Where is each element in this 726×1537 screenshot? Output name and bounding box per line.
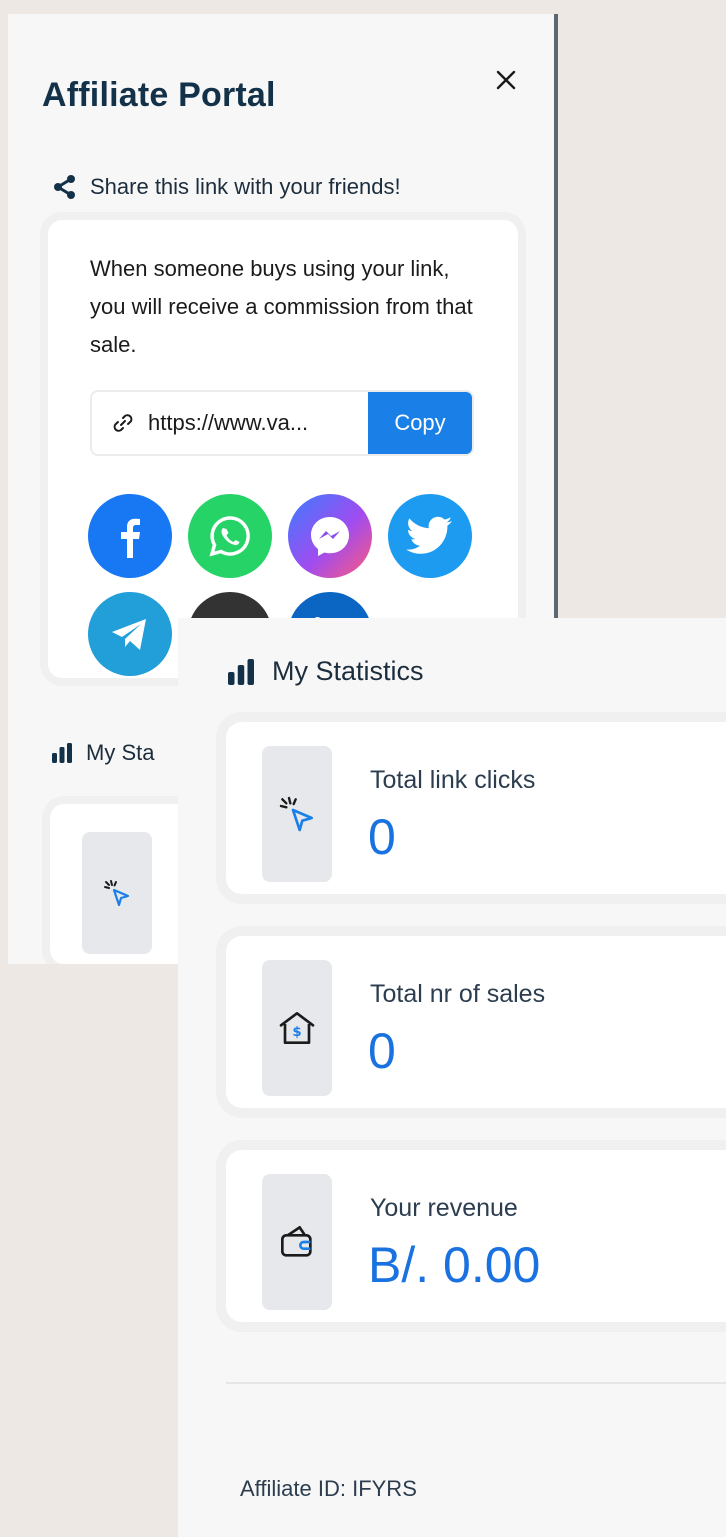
telegram-icon [112, 619, 146, 650]
share-card: When someone buys using your link, you w… [48, 220, 518, 678]
affiliate-link-value: https://www.va... [148, 410, 309, 435]
copy-button[interactable]: Copy [368, 392, 472, 454]
affiliate-link-box: https://www.va... Copy [90, 390, 474, 456]
share-icon [52, 174, 78, 200]
bar-chart-icon [50, 741, 74, 765]
facebook-icon [121, 518, 140, 558]
stat-label: Your revenue [370, 1194, 518, 1222]
house-dollar-icon: $ [279, 1012, 315, 1044]
stat-label: Total link clicks [370, 766, 536, 794]
stat-card-total-sales: $ Total nr of sales 0 [226, 936, 726, 1108]
affiliate-link-field[interactable]: https://www.va... [92, 392, 368, 454]
stat-label: Total nr of sales [370, 980, 546, 1008]
stat-value: 0 [368, 1023, 396, 1079]
bar-chart-icon [226, 657, 256, 687]
telegram-share-button[interactable] [88, 592, 172, 676]
stats-heading-text: My Statistics [272, 656, 424, 686]
stat-value: B/. 0.00 [368, 1237, 541, 1293]
statistics-panel: My Statistics Total link clicks 0 $ Tota… [178, 618, 726, 1537]
share-description: When someone buys using your link, you w… [90, 256, 473, 357]
whatsapp-icon [209, 516, 250, 557]
messenger-icon [311, 517, 349, 556]
whatsapp-share-button[interactable] [188, 494, 272, 578]
facebook-share-button[interactable] [88, 494, 172, 578]
close-button[interactable] [486, 60, 526, 100]
stat-value: 0 [368, 809, 396, 865]
cursor-click-icon [279, 796, 313, 832]
wallet-icon [281, 1226, 312, 1257]
twitter-icon [406, 516, 452, 554]
twitter-share-button[interactable] [388, 494, 472, 578]
messenger-share-button[interactable] [288, 494, 372, 578]
cursor-click-icon [104, 880, 130, 907]
share-heading-text: Share this link with your friends! [90, 174, 401, 199]
stat-icon-box: $ [262, 960, 332, 1096]
stat-card-link-clicks: Total link clicks 0 [226, 722, 726, 894]
share-heading: Share this link with your friends! [52, 174, 401, 200]
stat-icon-box [82, 832, 152, 954]
stats-heading-partial-text: My Sta [86, 740, 155, 765]
portal-title: Affiliate Portal [42, 76, 276, 114]
stat-icon-box [262, 746, 332, 882]
stat-card-revenue: Your revenue B/. 0.00 [226, 1150, 726, 1322]
stats-heading: My Statistics [226, 656, 424, 687]
stat-icon-box [262, 1174, 332, 1310]
footer-divider [226, 1382, 726, 1384]
link-icon [112, 412, 134, 434]
affiliate-id: Affiliate ID: IFYRS [240, 1476, 417, 1501]
close-icon [496, 70, 516, 90]
svg-text:$: $ [292, 1025, 301, 1040]
stats-heading-partial: My Sta [50, 740, 154, 766]
